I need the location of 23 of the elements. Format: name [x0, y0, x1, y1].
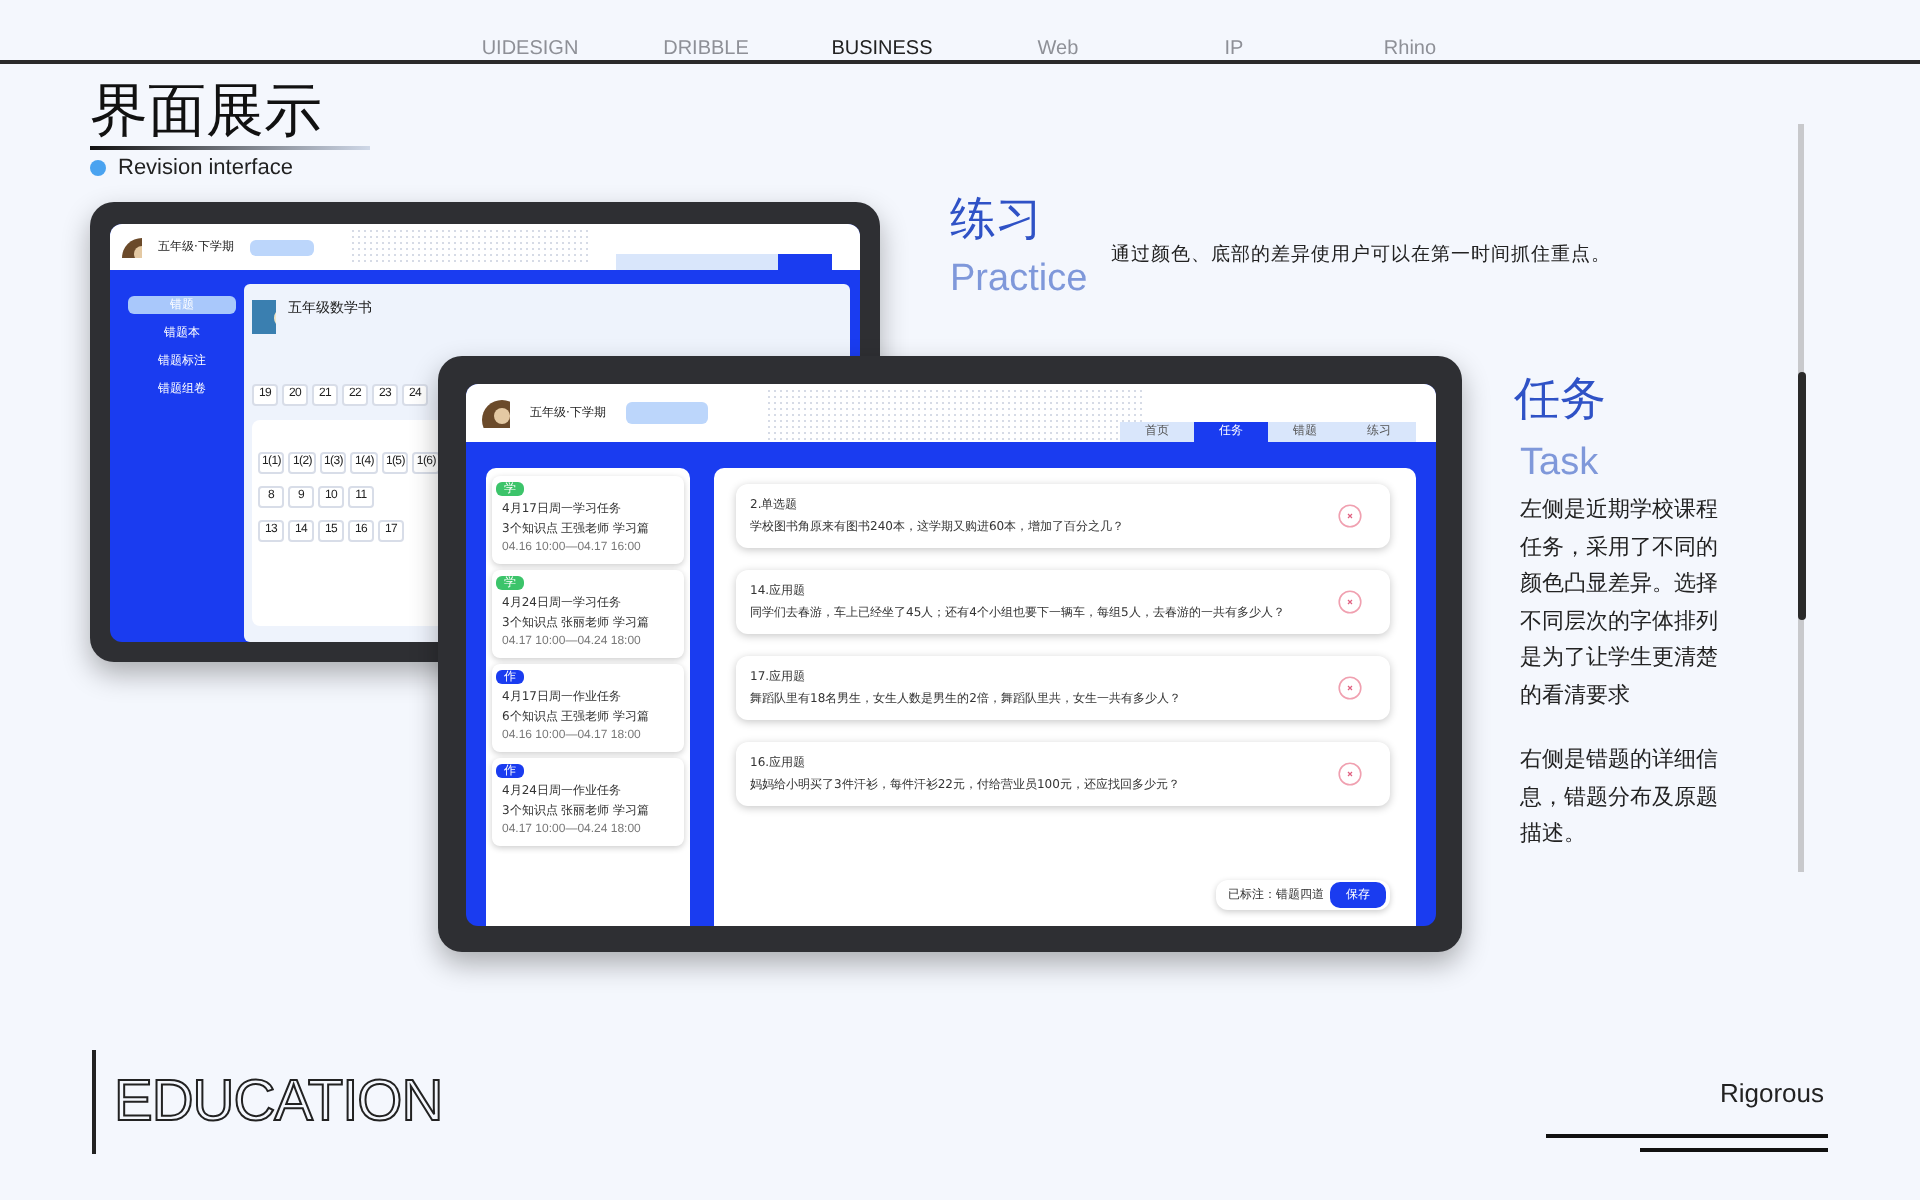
avatar	[122, 237, 142, 257]
scrollbar[interactable]	[1798, 124, 1804, 872]
header-button[interactable]	[625, 402, 708, 424]
section-title: 任务	[1514, 372, 1608, 428]
section-description: 通过颜色、底部的差异使用户可以在第一时间抓住重点。	[1111, 242, 1612, 268]
header-button[interactable]	[249, 239, 314, 255]
avatar	[482, 399, 510, 427]
tagline: Rigorous	[1719, 1078, 1824, 1108]
section-subtitle: Practice	[950, 256, 1088, 304]
section-title: 练习	[950, 192, 1044, 248]
remove-icon[interactable]	[1338, 590, 1362, 614]
remove-icon[interactable]	[1338, 504, 1362, 528]
section-description: 右侧是错题的详细信息，错题分布及原题描述。	[1520, 744, 1720, 850]
page-subtitle: Revision interface	[118, 156, 293, 180]
page-title: 界面展示	[90, 76, 324, 144]
remove-icon[interactable]	[1338, 676, 1362, 700]
bullet-dot	[90, 160, 106, 176]
brand-text: EDUCATION	[114, 1069, 443, 1135]
section-description: 左侧是近期学校课程任务，采用了不同的颜色凸显差异。选择不同层次的字体排列是为了让学生更清楚的看清要求	[1520, 494, 1720, 711]
nav-link[interactable]: BUSINESS	[794, 38, 970, 60]
scroll-thumb[interactable]	[1797, 372, 1805, 620]
section-subtitle: Task	[1520, 440, 1601, 488]
remove-icon[interactable]	[1338, 762, 1362, 786]
